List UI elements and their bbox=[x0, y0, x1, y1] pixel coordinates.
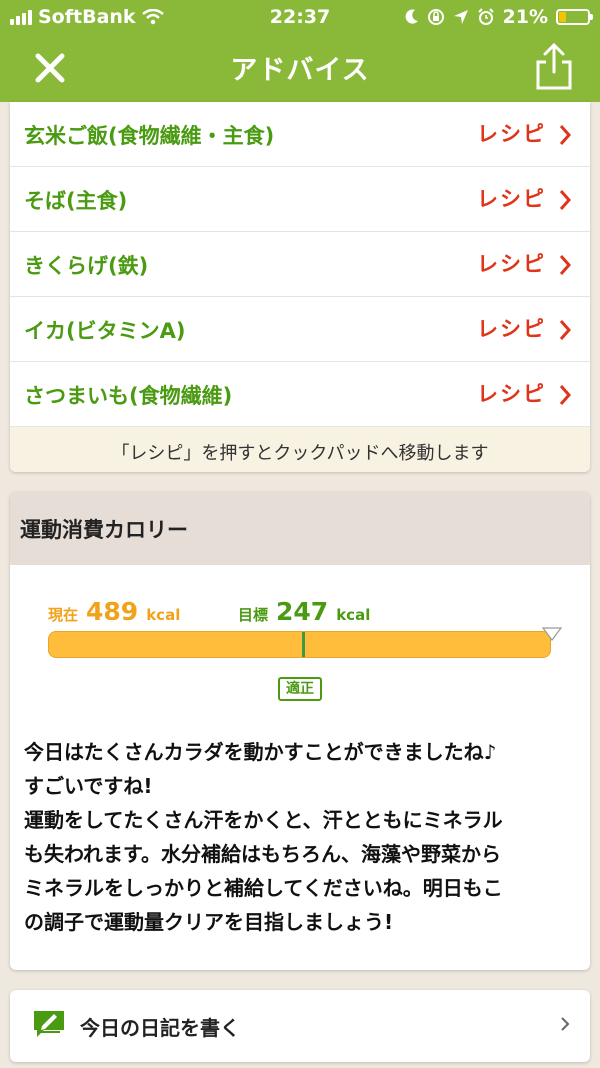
current-label: 現在 bbox=[48, 606, 79, 624]
recipe-name: イカ(ビタミンA) bbox=[24, 319, 186, 343]
alarm-icon bbox=[477, 8, 494, 25]
chevron-right-icon bbox=[561, 1017, 570, 1031]
chevron-right-icon[interactable] bbox=[558, 254, 572, 276]
recipe-row[interactable]: 玄米ご飯(食物繊維・主食) レシピ bbox=[10, 102, 590, 167]
recipe-name: きくらげ(鉄) bbox=[24, 254, 149, 278]
target-calories: 目標 247 kcal bbox=[238, 597, 370, 626]
calorie-bar bbox=[48, 631, 551, 658]
chevron-right-icon[interactable] bbox=[558, 319, 572, 341]
recipe-name: さつまいも(食物繊維) bbox=[24, 384, 233, 408]
current-calories: 現在 489 kcal bbox=[48, 597, 180, 626]
chevron-right-icon[interactable] bbox=[558, 124, 572, 146]
calorie-title: 運動消費カロリー bbox=[10, 492, 590, 565]
recipe-row[interactable]: さつまいも(食物繊維) レシピ bbox=[10, 362, 590, 427]
target-marker bbox=[302, 632, 305, 657]
advice-line: ミネラルをしっかりと補給してくださいね。明日もこ bbox=[24, 876, 503, 900]
advice-line: の調子で運動量クリアを目指しましょう! bbox=[24, 910, 394, 934]
pencil-note-icon bbox=[34, 1011, 64, 1037]
status-badge: 適正 bbox=[278, 677, 322, 701]
recipe-name: そば(主食) bbox=[24, 189, 128, 213]
recipe-note: 「レシピ」を押すとクックパッドへ移動します bbox=[10, 427, 590, 472]
current-unit: kcal bbox=[146, 606, 181, 624]
recipe-link[interactable]: レシピ bbox=[477, 378, 546, 408]
recipe-name: 玄米ご飯(食物繊維・主食) bbox=[24, 124, 275, 148]
recipe-link[interactable]: レシピ bbox=[477, 183, 546, 213]
battery-icon bbox=[556, 9, 593, 25]
advice-line: 運動をしてたくさん汗をかくと、汗とともにミネラル bbox=[24, 808, 503, 832]
share-icon[interactable] bbox=[532, 42, 576, 92]
current-marker-icon bbox=[542, 627, 562, 641]
chevron-right-icon[interactable] bbox=[558, 384, 572, 406]
page-title: アドバイス bbox=[230, 55, 370, 86]
recipe-link[interactable]: レシピ bbox=[477, 248, 546, 278]
chevron-right-icon[interactable] bbox=[558, 189, 572, 211]
battery-percent: 21% bbox=[502, 6, 548, 28]
calorie-card: 運動消費カロリー 現在 489 kcal 目標 247 kcal 適正 今日はた… bbox=[10, 492, 590, 970]
status-bar: SoftBank 22:37 21% bbox=[0, 0, 600, 34]
target-label: 目標 bbox=[238, 606, 269, 624]
recipe-row[interactable]: きくらげ(鉄) レシピ bbox=[10, 232, 590, 297]
current-value: 489 bbox=[86, 597, 139, 626]
top-bar: SoftBank 22:37 21% アドバイス bbox=[0, 0, 600, 102]
advice-line: すごいですね! bbox=[24, 774, 153, 798]
location-icon bbox=[453, 10, 468, 24]
recipe-card: 玄米ご飯(食物繊維・主食) レシピ そば(主食) レシピ きくらげ(鉄) レシピ… bbox=[10, 102, 590, 472]
recipe-link[interactable]: レシピ bbox=[477, 313, 546, 343]
orientation-lock-icon bbox=[427, 9, 444, 25]
nav-bar: アドバイス bbox=[0, 34, 600, 102]
advice-line: 今日はたくさんカラダを動かすことができましたね♪ bbox=[24, 740, 497, 764]
recipe-row[interactable]: イカ(ビタミンA) レシピ bbox=[10, 297, 590, 362]
moon-icon bbox=[405, 9, 418, 24]
diary-label: 今日の日記を書く bbox=[80, 1016, 240, 1040]
calorie-gauge: 現在 489 kcal 目標 247 kcal 適正 bbox=[10, 565, 590, 705]
target-unit: kcal bbox=[336, 606, 371, 624]
target-value: 247 bbox=[276, 597, 329, 626]
write-diary-button[interactable]: 今日の日記を書く bbox=[10, 990, 590, 1062]
advice-line: も失われます。水分補給はもちろん、海藻や野菜から bbox=[24, 842, 501, 866]
recipe-link[interactable]: レシピ bbox=[477, 118, 546, 148]
recipe-row[interactable]: そば(主食) レシピ bbox=[10, 167, 590, 232]
advice-message: 今日はたくさんカラダを動かすことができましたね♪ すごいですね! 運動をしてたく… bbox=[10, 705, 590, 939]
